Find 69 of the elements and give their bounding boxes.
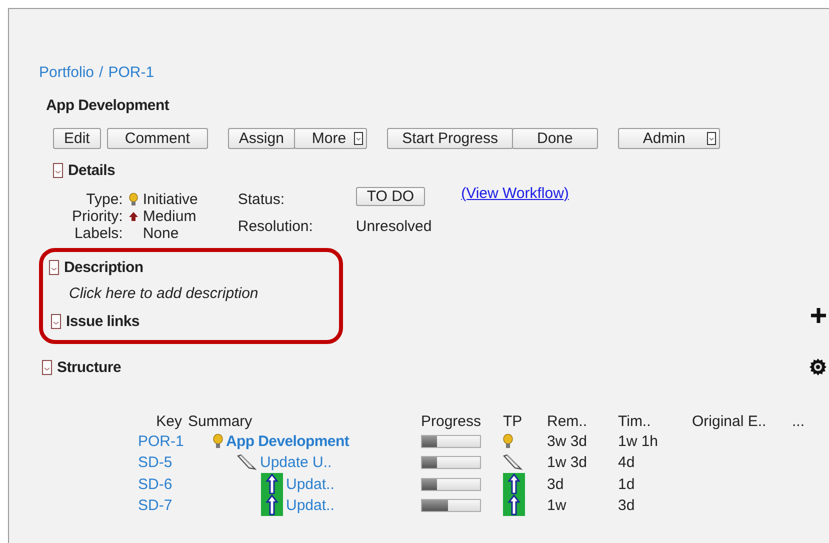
collapse-toggle-icon[interactable]	[53, 162, 63, 178]
progress-bar	[421, 498, 481, 512]
progress-bar	[421, 478, 481, 490]
column-header[interactable]: Summary	[188, 412, 421, 430]
issue-summary-link[interactable]: Updat..	[286, 476, 334, 492]
table-cell-text: 1w 1h	[618, 433, 660, 450]
pen-nib-icon	[237, 454, 257, 471]
field-value: Medium	[142, 208, 196, 225]
pen-nib-icon	[503, 454, 523, 471]
toolbar-button[interactable]: Admin	[618, 128, 720, 149]
breadcrumb-link[interactable]: Portfolio	[39, 64, 94, 81]
issue-key-link[interactable]: SD-7	[138, 496, 172, 514]
field-label: Type:	[85, 191, 123, 208]
toolbar-button[interactable]: Comment	[106, 128, 208, 149]
field-label: Resolution:	[238, 218, 314, 236]
section-heading: Issue links	[66, 312, 140, 330]
toolbar-button[interactable]: Assign	[228, 128, 295, 149]
dropdown-caret-icon	[707, 132, 716, 145]
up-arrow-icon	[128, 210, 138, 223]
lightbulb-icon	[213, 434, 223, 449]
progress-bar	[421, 456, 481, 469]
column-header[interactable]: Tim..	[618, 412, 692, 430]
issue-summary-link[interactable]: Update U..	[260, 454, 332, 471]
settings-icon[interactable]	[809, 358, 827, 376]
column-header[interactable]: ...	[792, 412, 822, 430]
column-header[interactable]: Key	[138, 412, 188, 430]
issue-key-link[interactable]: SD-5	[138, 454, 172, 471]
table-cell-text: 3w 3d	[547, 433, 588, 450]
issue-key-link[interactable]: POR-1	[138, 433, 184, 450]
column-header[interactable]: Original E..	[692, 412, 792, 430]
section-heading: Details	[68, 162, 116, 178]
section-heading: Description	[64, 258, 144, 276]
column-header[interactable]: Rem..	[547, 412, 618, 430]
field-value: Initiative	[142, 191, 198, 208]
column-header[interactable]: TP	[503, 412, 547, 430]
table-cell-text: 3d	[547, 476, 565, 492]
issue-title: App Development	[46, 97, 170, 114]
breadcrumb-separator: /	[99, 64, 104, 81]
table-cell-text: 4d	[618, 454, 636, 471]
toolbar-button[interactable]: Edit	[53, 128, 101, 149]
status-lozenge: TO DO	[356, 187, 426, 206]
section-heading: Structure	[57, 358, 121, 376]
table-cell-text: 1w	[547, 496, 568, 514]
issue-summary-link[interactable]: App Development	[226, 433, 350, 450]
table-cell-text: 1d	[618, 476, 636, 492]
field-label: Status:	[238, 191, 286, 210]
table-cell-text: 1w 3d	[547, 454, 588, 471]
lightbulb-icon	[128, 193, 138, 206]
table-cell-text: 3d	[618, 496, 636, 514]
view-workflow-link[interactable]: (View Workflow)	[461, 185, 569, 202]
issue-summary-link[interactable]: Updat..	[286, 496, 334, 514]
add-icon[interactable]	[810, 307, 827, 324]
toolbar-button[interactable]: More	[294, 128, 368, 149]
collapse-toggle-icon[interactable]	[42, 360, 52, 374]
toolbar-button[interactable]: Done	[512, 128, 598, 149]
progress-bar	[421, 435, 481, 448]
dropdown-caret-icon	[354, 132, 364, 145]
field-label: Labels:	[73, 225, 123, 242]
field-value: None	[142, 225, 179, 242]
issue-key-link[interactable]: SD-6	[138, 476, 172, 492]
toolbar-button[interactable]: Start Progress	[387, 128, 513, 149]
field-value: Unresolved	[356, 218, 433, 236]
description-placeholder[interactable]: Click here to add description	[69, 285, 339, 302]
collapse-toggle-icon[interactable]	[51, 314, 61, 328]
column-header[interactable]: Progress	[421, 412, 503, 430]
collapse-toggle-icon[interactable]	[49, 260, 59, 274]
breadcrumb-link[interactable]: POR-1	[108, 64, 154, 81]
lightbulb-icon	[503, 434, 513, 449]
field-label: Priority:	[72, 208, 123, 225]
